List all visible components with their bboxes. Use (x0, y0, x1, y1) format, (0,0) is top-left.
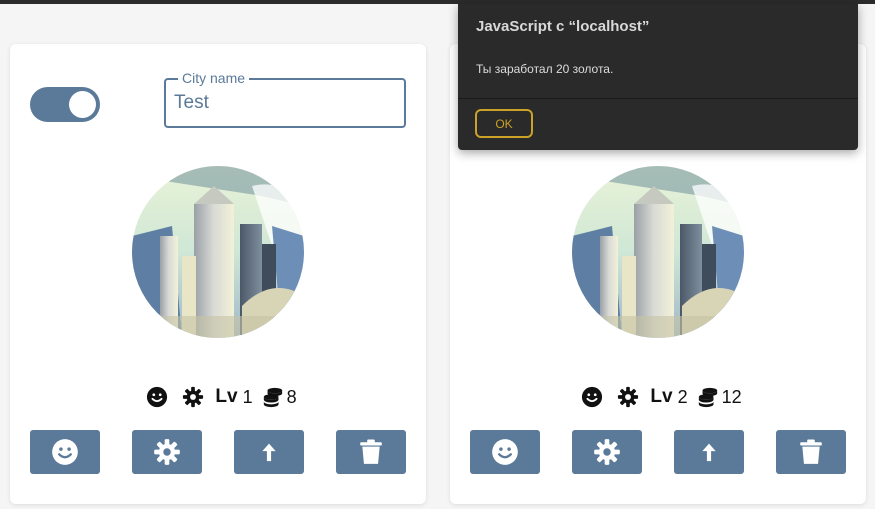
level-value: 1 (242, 386, 253, 407)
happiness-button[interactable] (470, 430, 540, 474)
dialog-message: Ты заработал 20 золота. (476, 62, 614, 76)
level-label: Lv (650, 386, 673, 407)
gear-icon (153, 438, 181, 466)
gold-value: 8 (286, 386, 297, 407)
settings-button[interactable] (132, 430, 202, 474)
upgrade-button[interactable] (674, 430, 744, 474)
upgrade-button[interactable] (234, 430, 304, 474)
coins-icon (262, 386, 284, 408)
gear-icon (182, 386, 204, 408)
gold-value: 12 (721, 386, 742, 407)
level-value: 2 (677, 386, 688, 407)
gear-icon (593, 438, 621, 466)
city-name-input[interactable] (174, 90, 394, 116)
dialog-title: JavaScript с “localhost” (476, 18, 650, 35)
level-label: Lv (215, 386, 238, 407)
happiness-button[interactable] (30, 430, 100, 474)
smile-icon (146, 386, 168, 408)
toggle-knob (69, 91, 96, 118)
arrow-up-icon (259, 438, 279, 466)
alert-dialog: JavaScript с “localhost” Ты заработал 20… (458, 4, 858, 150)
smile-icon (491, 438, 519, 466)
trash-icon (358, 437, 384, 467)
gear-icon (617, 386, 639, 408)
city-image (572, 166, 744, 338)
trash-icon (798, 437, 824, 467)
city-stats-row: Lv 2 12 (450, 384, 866, 410)
city-name-field[interactable]: City name (164, 70, 406, 128)
city-image (132, 166, 304, 338)
coins-icon (697, 386, 719, 408)
city-stats-row: Lv 1 8 (10, 384, 426, 410)
dialog-divider (458, 98, 858, 99)
city-toggle-switch[interactable] (30, 87, 100, 122)
arrow-up-icon (699, 438, 719, 466)
city-card-1: City name Lv 1 8 (10, 44, 426, 504)
ok-button[interactable]: OK (475, 109, 533, 138)
smile-icon (581, 386, 603, 408)
smile-icon (51, 438, 79, 466)
city-name-label: City name (178, 70, 250, 86)
delete-button[interactable] (776, 430, 846, 474)
delete-button[interactable] (336, 430, 406, 474)
settings-button[interactable] (572, 430, 642, 474)
